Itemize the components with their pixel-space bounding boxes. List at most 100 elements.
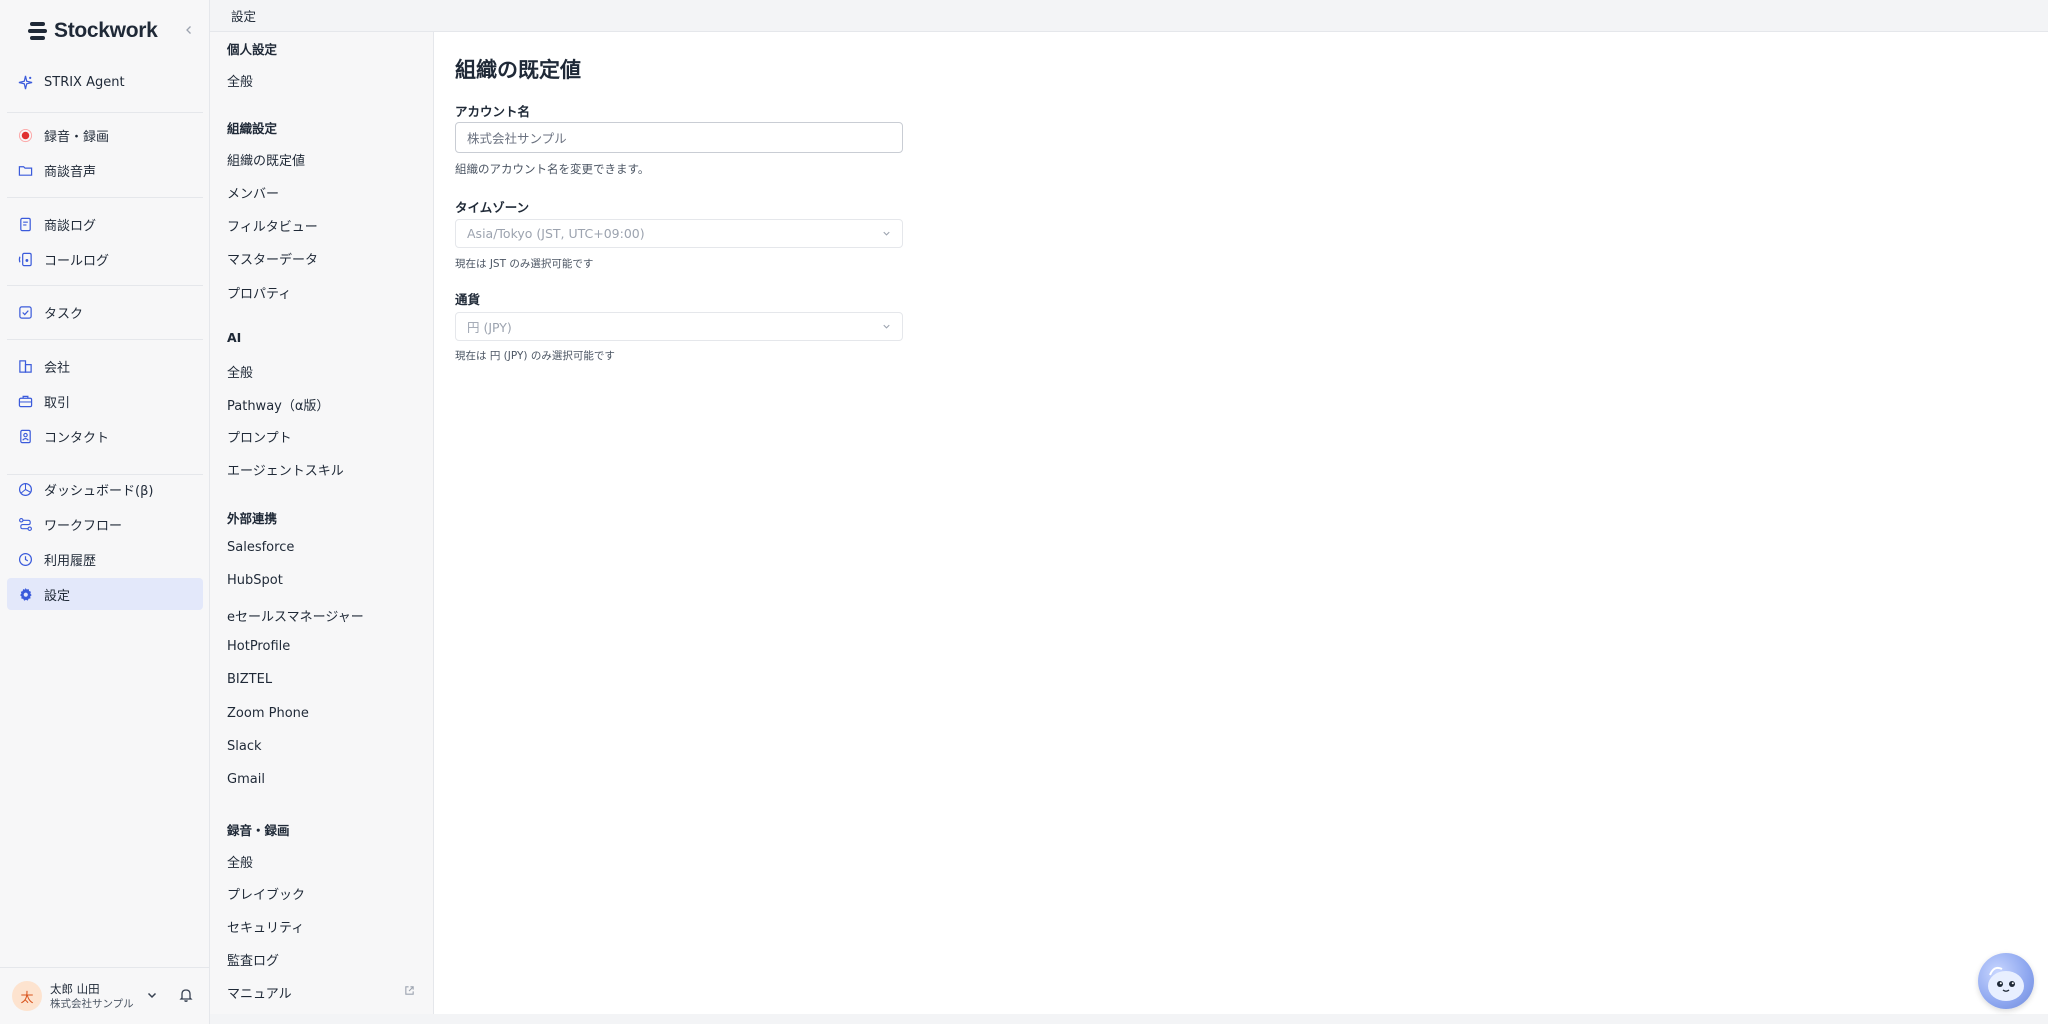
settings-item-salesforce[interactable]: Salesforce (227, 540, 294, 555)
sidebar-item-label: 商談音声 (44, 164, 97, 180)
app-sidebar: Stockwork STRIX Agent 録音・録画 商談音声 商談ログ コー… (0, 0, 210, 1024)
divider (7, 112, 203, 113)
brand-name: Stockwork (54, 19, 158, 42)
sidebar-item-tasks[interactable]: タスク (7, 296, 203, 328)
mascot-icon (1988, 966, 2024, 1001)
sidebar-item-settings[interactable]: 設定 (7, 578, 203, 610)
sidebar-item-usage-history[interactable]: 利用履歴 (7, 543, 203, 575)
workflow-icon (17, 516, 33, 532)
sidebar-item-workflow[interactable]: ワークフロー (7, 508, 203, 540)
user-menu[interactable]: 太 太郎 山田 株式会社サンプル (0, 967, 210, 1024)
settings-item-hotprofile[interactable]: HotProfile (227, 639, 290, 654)
settings-item-security[interactable]: セキュリティ (227, 917, 304, 936)
settings-heading-org: 組織設定 (227, 121, 278, 136)
sidebar-item-deals[interactable]: 取引 (7, 385, 203, 417)
sidebar-item-label: 設定 (44, 588, 71, 604)
account-name-label: アカウント名 (455, 104, 531, 119)
sidebar-item-label: コールログ (44, 253, 110, 269)
settings-item-prompts[interactable]: プロンプト (227, 427, 292, 446)
currency-value: 円 (JPY) (467, 320, 512, 335)
sidebar-item-label: 商談ログ (44, 218, 97, 234)
sidebar-item-strix-agent[interactable]: STRIX Agent (7, 66, 203, 98)
currency-help: 現在は 円 (JPY) のみ選択可能です (455, 350, 615, 362)
timezone-select[interactable]: Asia/Tokyo (JST, UTC+09:00) (455, 219, 903, 248)
chevron-left-icon (186, 26, 191, 34)
task-check-icon (17, 304, 33, 320)
settings-item-pathway[interactable]: Pathway（α版） (227, 395, 329, 414)
chevron-down-icon (883, 231, 890, 236)
settings-item-members[interactable]: メンバー (227, 183, 279, 202)
building-icon (17, 358, 33, 374)
settings-item-filter-views[interactable]: フィルタビュー (227, 216, 318, 235)
settings-heading-integrations: 外部連携 (227, 511, 278, 526)
settings-item-audit-log[interactable]: 監査ログ (227, 950, 279, 969)
folder-icon (17, 162, 33, 178)
settings-heading-personal: 個人設定 (227, 42, 278, 57)
settings-item-zoom-phone[interactable]: Zoom Phone (227, 706, 309, 721)
settings-item-hubspot[interactable]: HubSpot (227, 573, 283, 588)
chevron-down-icon[interactable] (146, 989, 158, 1001)
sidebar-item-meeting-log[interactable]: 商談ログ (7, 208, 203, 240)
settings-item-recording-general[interactable]: 全般 (227, 852, 253, 871)
currency-label: 通貨 (455, 292, 481, 307)
timezone-help: 現在は JST のみ選択可能です (455, 258, 594, 270)
settings-heading-ai: AI (227, 330, 242, 345)
sidebar-item-label: ワークフロー (44, 518, 123, 534)
account-name-input[interactable] (455, 122, 903, 153)
settings-item-manual[interactable]: マニュアル (227, 983, 292, 1002)
sidebar-item-label: 会社 (44, 360, 71, 376)
settings-item-properties[interactable]: プロパティ (227, 283, 291, 302)
avatar: 太 (12, 981, 42, 1011)
dashboard-icon (17, 481, 33, 497)
sidebar-item-recording[interactable]: 録音・録画 (7, 119, 203, 151)
chevron-down-icon (883, 324, 890, 329)
record-icon (17, 127, 33, 143)
sidebar-collapse-button[interactable] (179, 20, 199, 40)
settings-item-slack[interactable]: Slack (227, 739, 262, 754)
topbar: 設定 (210, 0, 2048, 32)
currency-select[interactable]: 円 (JPY) (455, 312, 903, 341)
phone-log-icon (17, 251, 33, 267)
sidebar-item-label: ダッシュボード(β) (44, 483, 154, 499)
bell-icon[interactable] (178, 987, 194, 1003)
briefcase-icon (17, 393, 33, 409)
settings-item-esales-manager[interactable]: eセールスマネージャー (227, 606, 364, 625)
sidebar-item-label: 録音・録画 (44, 129, 110, 145)
settings-item-agent-skills[interactable]: エージェントスキル (227, 460, 344, 479)
divider (7, 339, 203, 340)
settings-item-biztel[interactable]: BIZTEL (227, 672, 272, 687)
user-name: 太郎 山田 (50, 981, 100, 996)
settings-item-master-data[interactable]: マスターデータ (227, 249, 318, 268)
timezone-label: タイムゾーン (455, 200, 530, 215)
sidebar-item-dashboard[interactable]: ダッシュボード(β) (7, 473, 203, 505)
page-title: 組織の既定値 (455, 58, 581, 82)
account-name-help: 組織のアカウント名を変更できます。 (455, 162, 650, 176)
history-icon (17, 551, 33, 567)
sidebar-item-meeting-audio[interactable]: 商談音声 (7, 154, 203, 186)
settings-nav: 個人設定 全般 組織設定 組織の既定値 メンバー フィルタビュー マスターデータ… (210, 32, 434, 1014)
sidebar-item-call-log[interactable]: コールログ (7, 243, 203, 275)
external-link-icon (405, 986, 414, 995)
contact-card-icon (17, 428, 33, 444)
sidebar-item-contacts[interactable]: コンタクト (7, 420, 203, 452)
sidebar-item-label: 取引 (44, 395, 71, 411)
settings-item-org-defaults[interactable]: 組織の既定値 (227, 150, 305, 169)
divider (7, 197, 203, 198)
settings-item-playbook[interactable]: プレイブック (227, 884, 305, 903)
page-breadcrumb: 設定 (231, 9, 257, 24)
sidebar-item-label: コンタクト (44, 430, 110, 446)
user-org: 株式会社サンプル (50, 997, 134, 1010)
gear-icon (17, 586, 33, 602)
settings-item-gmail[interactable]: Gmail (227, 772, 265, 787)
divider (7, 285, 203, 286)
sidebar-item-label: 利用履歴 (44, 553, 97, 569)
sidebar-item-label: STRIX Agent (44, 74, 125, 90)
settings-item-personal-general[interactable]: 全般 (227, 71, 253, 90)
sparkle-icon (17, 74, 33, 90)
sidebar-item-companies[interactable]: 会社 (7, 350, 203, 382)
timezone-value: Asia/Tokyo (JST, UTC+09:00) (467, 226, 645, 241)
assistant-chat-button[interactable] (1978, 953, 2034, 1009)
settings-item-ai-general[interactable]: 全般 (227, 362, 253, 381)
settings-heading-recording: 録音・録画 (227, 823, 290, 838)
stockwork-logo-icon (28, 22, 47, 40)
